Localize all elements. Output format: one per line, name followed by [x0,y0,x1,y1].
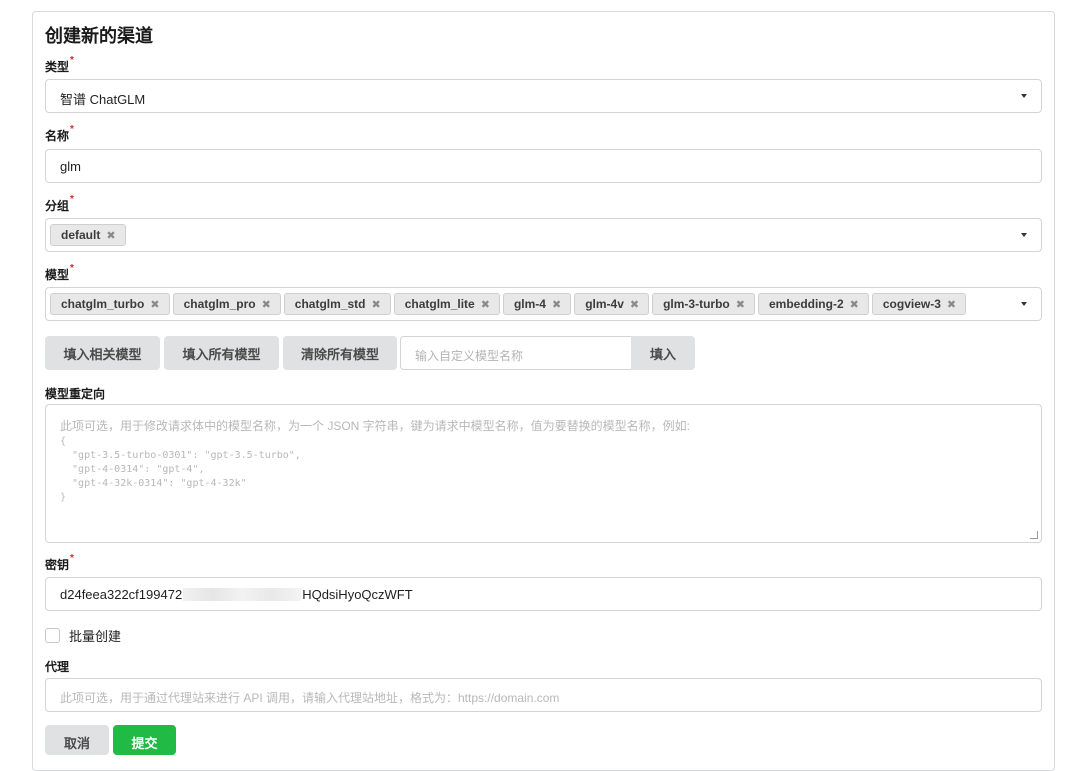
model-chip[interactable]: chatglm_pro ✖ [172,293,281,315]
models-multiselect[interactable]: chatglm_turbo ✖ chatglm_pro ✖ chatglm_std ✖ ch… [45,287,1042,321]
key-label: 密钥* [45,553,74,572]
remove-chip-icon[interactable]: ✖ [106,229,115,242]
remove-chip-icon[interactable]: ✖ [947,298,956,311]
batch-create-row[interactable]: 批量创建 [45,626,121,645]
model-chip-label: glm-4 [513,297,546,311]
model-chip-label: cogview-3 [882,297,941,311]
remove-chip-icon[interactable]: ✖ [736,298,745,311]
model-chip[interactable]: glm-3-turbo ✖ [652,293,755,315]
batch-create-checkbox[interactable] [45,628,60,643]
model-mapping-placeholder-code: { "gpt-3.5-turbo-0301": "gpt-3.5-turbo",… [60,436,301,503]
model-chip-label: glm-3-turbo [663,297,730,311]
model-chip[interactable]: cogview-3 ✖ [871,293,967,315]
group-multiselect[interactable]: default ✖ [45,218,1042,252]
model-chip-label: embedding-2 [768,297,844,311]
fill-custom-model-button[interactable]: 填入 [631,336,695,370]
caret-down-icon [1021,233,1027,237]
custom-model-input[interactable]: 输入自定义模型名称 [400,336,632,370]
required-mark: * [70,124,74,135]
required-mark: * [70,263,74,274]
remove-chip-icon[interactable]: ✖ [371,298,380,311]
name-input[interactable]: glm [45,149,1042,183]
custom-model-placeholder: 输入自定义模型名称 [415,349,524,363]
type-label: 类型* [45,55,74,74]
models-label: 模型* [45,263,74,282]
remove-chip-icon[interactable]: ✖ [630,298,639,311]
proxy-placeholder: 此项可选，用于通过代理站来进行 API 调用，请输入代理站地址，格式为：http… [60,691,560,705]
fill-all-models-button[interactable]: 填入所有模型 [164,336,279,370]
proxy-label: 代理 [45,660,70,674]
cancel-button[interactable]: 取消 [45,725,109,755]
resize-handle-icon[interactable] [1030,531,1038,539]
caret-down-icon [1021,94,1027,98]
model-chip[interactable]: glm-4 ✖ [502,293,572,315]
clear-all-models-button[interactable]: 清除所有模型 [283,336,397,370]
remove-chip-icon[interactable]: ✖ [150,298,159,311]
redacted-key-segment [183,588,302,602]
proxy-input[interactable]: 此项可选，用于通过代理站来进行 API 调用，请输入代理站地址，格式为：http… [45,678,1042,712]
remove-chip-icon[interactable]: ✖ [850,298,859,311]
group-chip-list: default ✖ [50,224,126,246]
model-chip-list: chatglm_turbo ✖ chatglm_pro ✖ chatglm_std ✖ ch… [50,293,967,315]
required-mark: * [70,194,74,205]
model-chip[interactable]: glm-4v ✖ [574,293,650,315]
model-chip-label: chatglm_pro [183,297,256,311]
group-chip[interactable]: default ✖ [50,224,126,246]
group-label: 分组* [45,194,74,213]
caret-down-icon [1021,302,1027,306]
channel-form-card [32,11,1055,771]
type-select[interactable]: 智谱 ChatGLM [45,79,1042,113]
fill-related-models-button[interactable]: 填入相关模型 [45,336,160,370]
key-input-value: d24feea322cf199472 HQdsiHyoQczWFT [60,587,413,602]
model-chip[interactable]: embedding-2 ✖ [757,293,869,315]
submit-button[interactable]: 提交 [113,725,176,755]
model-chip-label: chatglm_lite [404,297,475,311]
model-chip[interactable]: chatglm_turbo ✖ [50,293,170,315]
batch-create-label: 批量创建 [69,629,122,644]
page-title: 创建新的渠道 [45,26,153,46]
key-input[interactable]: d24feea322cf199472 HQdsiHyoQczWFT [45,577,1042,611]
model-mapping-textarea[interactable]: 此项可选，用于修改请求体中的模型名称，为一个 JSON 字符串，键为请求中模型名… [45,404,1042,543]
name-label: 名称* [45,124,74,143]
model-mapping-placeholder: 此项可选，用于修改请求体中的模型名称，为一个 JSON 字符串，键为请求中模型名… [60,419,691,433]
group-chip-label: default [61,228,101,242]
remove-chip-icon[interactable]: ✖ [481,298,490,311]
remove-chip-icon[interactable]: ✖ [262,298,271,311]
model-chip-label: chatglm_std [294,297,366,311]
model-chip-label: glm-4v [585,297,624,311]
type-select-value: 智谱 ChatGLM [60,92,146,107]
model-chip-label: chatglm_turbo [61,297,145,311]
required-mark: * [70,553,74,564]
required-mark: * [70,55,74,66]
model-chip[interactable]: chatglm_lite ✖ [393,293,500,315]
remove-chip-icon[interactable]: ✖ [552,298,561,311]
name-input-value: glm [60,159,81,174]
model-chip[interactable]: chatglm_std ✖ [283,293,391,315]
model-mapping-label: 模型重定向 [45,387,106,401]
